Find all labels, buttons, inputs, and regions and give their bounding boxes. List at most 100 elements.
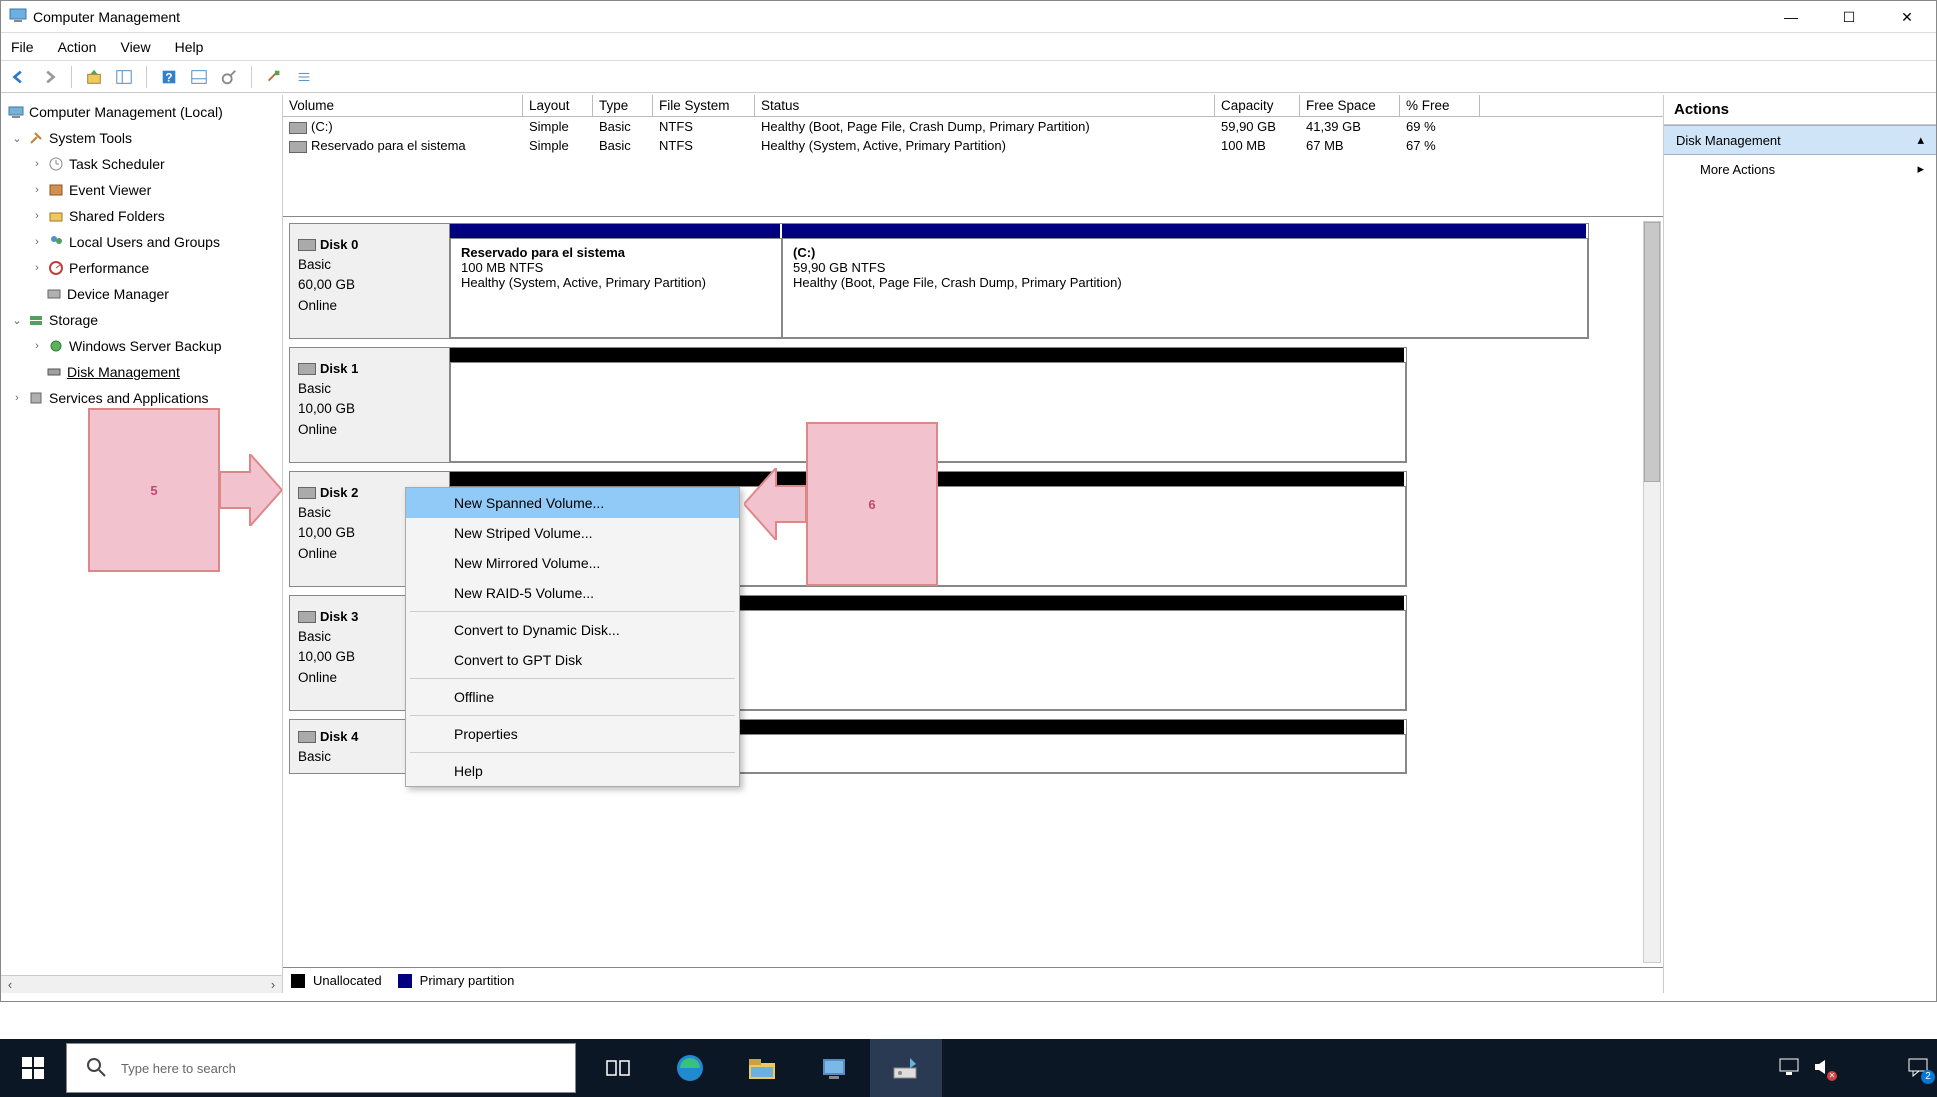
expand-icon[interactable]: › <box>31 158 43 170</box>
tree-storage[interactable]: ⌄Storage <box>1 307 282 333</box>
volume-row[interactable]: Reservado para el sistema Simple Basic N… <box>283 136 1663 155</box>
menu-file[interactable]: File <box>11 39 34 55</box>
settings-button[interactable] <box>262 65 286 89</box>
callout-6: 6 <box>806 422 938 586</box>
list-button[interactable] <box>292 65 316 89</box>
expand-icon[interactable]: › <box>31 340 43 352</box>
taskbar-computer-management[interactable] <box>870 1039 942 1097</box>
tray-volume-icon[interactable]: ✕ <box>1813 1058 1833 1079</box>
tree-local-users[interactable]: ›Local Users and Groups <box>1 229 282 255</box>
disk-icon <box>298 487 316 499</box>
menu-action[interactable]: Action <box>58 39 97 55</box>
tree-task-scheduler[interactable]: ›Task Scheduler <box>1 151 282 177</box>
col-free-space[interactable]: Free Space <box>1300 95 1400 116</box>
menu-offline[interactable]: Offline <box>406 682 739 712</box>
menu-convert-dynamic[interactable]: Convert to Dynamic Disk... <box>406 615 739 645</box>
folder-icon <box>47 207 65 225</box>
help-button[interactable]: ? <box>157 65 181 89</box>
minimize-button[interactable]: — <box>1762 1 1820 33</box>
collapse-icon: ▴ <box>1917 132 1924 148</box>
up-button[interactable] <box>82 65 106 89</box>
disk-icon <box>45 363 63 381</box>
back-button[interactable] <box>7 65 31 89</box>
context-menu: New Spanned Volume... New Striped Volume… <box>405 487 740 787</box>
legend-swatch-unallocated <box>291 974 305 988</box>
menu-separator <box>410 715 735 716</box>
expand-icon[interactable]: › <box>31 262 43 274</box>
callout-5: 5 <box>88 408 220 572</box>
tree-performance[interactable]: ›Performance <box>1 255 282 281</box>
search-icon <box>85 1056 107 1081</box>
show-hide-tree-button[interactable] <box>112 65 136 89</box>
disk-icon <box>298 611 316 623</box>
backup-icon <box>47 337 65 355</box>
close-button[interactable]: ✕ <box>1878 1 1936 33</box>
expand-icon[interactable]: › <box>31 184 43 196</box>
tree-root[interactable]: Computer Management (Local) <box>1 99 282 125</box>
refresh-button[interactable] <box>217 65 241 89</box>
menubar: File Action View Help <box>1 33 1936 61</box>
tree-scrollbar[interactable]: ‹› <box>1 975 282 993</box>
system-tray: ✕ 2 <box>1779 1057 1929 1080</box>
disk-0[interactable]: Disk 0 Basic60,00 GBOnline Reservado par… <box>289 223 1589 339</box>
forward-button[interactable] <box>37 65 61 89</box>
menu-new-striped-volume[interactable]: New Striped Volume... <box>406 518 739 548</box>
tree-shared-folders[interactable]: ›Shared Folders <box>1 203 282 229</box>
taskbar-server-manager[interactable] <box>798 1039 870 1097</box>
col-status[interactable]: Status <box>755 95 1215 116</box>
collapse-icon[interactable]: ⌄ <box>11 132 23 145</box>
menu-new-mirrored-volume[interactable]: New Mirrored Volume... <box>406 548 739 578</box>
menu-help[interactable]: Help <box>175 39 204 55</box>
task-view-button[interactable] <box>582 1039 654 1097</box>
col-capacity[interactable]: Capacity <box>1215 95 1300 116</box>
detail-pane-button[interactable] <box>187 65 211 89</box>
tray-notifications-icon[interactable]: 2 <box>1907 1057 1929 1080</box>
partition-reserved[interactable]: Reservado para el sistema100 MB NTFSHeal… <box>450 238 782 338</box>
device-icon <box>45 285 63 303</box>
tree-disk-management[interactable]: Disk Management <box>1 359 282 385</box>
collapse-icon[interactable]: ⌄ <box>11 314 23 327</box>
window-title: Computer Management <box>33 9 180 25</box>
tree-device-manager[interactable]: Device Manager <box>1 281 282 307</box>
svg-text:?: ? <box>165 71 172 84</box>
computer-icon <box>7 103 25 121</box>
tree-system-tools[interactable]: ⌄ System Tools <box>1 125 282 151</box>
tools-icon <box>27 129 45 147</box>
menu-new-spanned-volume[interactable]: New Spanned Volume... <box>406 488 739 518</box>
col-filesystem[interactable]: File System <box>653 95 755 116</box>
partition-c[interactable]: (C:)59,90 GB NTFSHealthy (Boot, Page Fil… <box>782 238 1588 338</box>
actions-disk-management[interactable]: Disk Management▴ <box>1664 125 1936 155</box>
col-pct-free[interactable]: % Free <box>1400 95 1480 116</box>
menu-help[interactable]: Help <box>406 756 739 786</box>
expand-icon[interactable]: › <box>31 210 43 222</box>
taskbar-edge[interactable] <box>654 1039 726 1097</box>
actions-more[interactable]: More Actions▸ <box>1664 155 1936 183</box>
users-icon <box>47 233 65 251</box>
search-box[interactable]: Type here to search <box>66 1043 576 1093</box>
expand-icon[interactable]: › <box>31 236 43 248</box>
expand-icon: ▸ <box>1917 161 1924 177</box>
tree-windows-backup[interactable]: ›Windows Server Backup <box>1 333 282 359</box>
volume-row[interactable]: (C:) Simple Basic NTFS Healthy (Boot, Pa… <box>283 117 1663 136</box>
menu-convert-gpt[interactable]: Convert to GPT Disk <box>406 645 739 675</box>
disk-icon <box>298 239 316 251</box>
disk-scrollbar[interactable] <box>1643 221 1661 963</box>
volume-list-header: Volume Layout Type File System Status Ca… <box>283 95 1663 117</box>
volume-list: (C:) Simple Basic NTFS Healthy (Boot, Pa… <box>283 117 1663 217</box>
menu-view[interactable]: View <box>120 39 150 55</box>
toolbar: ? <box>1 61 1936 93</box>
clock-icon <box>47 155 65 173</box>
taskbar-file-explorer[interactable] <box>726 1039 798 1097</box>
col-type[interactable]: Type <box>593 95 653 116</box>
col-volume[interactable]: Volume <box>283 95 523 116</box>
col-layout[interactable]: Layout <box>523 95 593 116</box>
start-button[interactable] <box>0 1039 66 1097</box>
tree-event-viewer[interactable]: ›Event Viewer <box>1 177 282 203</box>
expand-icon[interactable]: › <box>11 392 23 404</box>
search-placeholder: Type here to search <box>121 1061 236 1076</box>
menu-new-raid5-volume[interactable]: New RAID-5 Volume... <box>406 578 739 608</box>
taskbar: Type here to search ✕ 2 <box>0 1039 1937 1097</box>
menu-properties[interactable]: Properties <box>406 719 739 749</box>
maximize-button[interactable]: ☐ <box>1820 1 1878 33</box>
tray-display-icon[interactable] <box>1779 1058 1799 1079</box>
